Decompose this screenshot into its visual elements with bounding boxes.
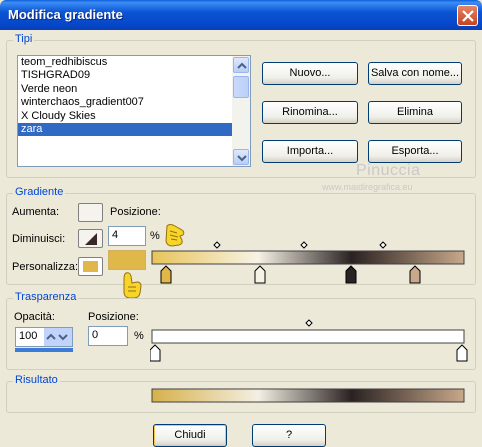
hand-pointer-icon-2 [123, 272, 142, 299]
gradient-editor-bar[interactable] [150, 238, 468, 286]
gradient-list[interactable]: teom_redhibiscus TISHGRAD09 Verde neon wint… [17, 55, 251, 167]
color-stop-marker[interactable] [160, 265, 172, 284]
risultato-legend: Risultato [13, 374, 60, 386]
list-item[interactable]: TISHGRAD09 [18, 69, 232, 82]
tipi-legend: Tipi [13, 33, 35, 45]
scroll-up-button[interactable] [233, 57, 249, 73]
gradiente-legend: Gradiente [13, 186, 66, 198]
transparency-strip [151, 329, 465, 344]
window-title: Modifica gradiente [8, 7, 123, 22]
personalizza-label: Personalizza: [12, 261, 79, 273]
list-item[interactable]: zara [18, 122, 232, 137]
title-bar: Modifica gradiente [0, 0, 482, 30]
opacita-slider[interactable] [15, 348, 73, 352]
color-stop-marker[interactable] [254, 265, 266, 284]
nuovo-button[interactable]: Nuovo... [262, 62, 358, 85]
spinner-icon [46, 333, 68, 341]
rinomina-button[interactable]: Rinomina... [262, 101, 358, 124]
list-item[interactable]: X Cloudy Skies [18, 110, 232, 123]
chevron-down-icon [237, 155, 247, 162]
trasparenza-posizione-label: Posizione: [88, 311, 139, 323]
opacita-label: Opacità: [14, 311, 55, 323]
list-item[interactable]: winterchaos_gradient007 [18, 96, 232, 109]
triangle-icon [85, 233, 97, 245]
aumenta-button[interactable] [78, 203, 103, 222]
scroll-down-button[interactable] [233, 149, 249, 165]
trasparenza-percent: % [134, 330, 144, 342]
salva-con-nome-button[interactable]: Salva con nome... [368, 62, 462, 85]
diminuisci-button[interactable] [78, 229, 103, 248]
gradient-editor-window: Modifica gradiente Tipi teom_redhibiscus… [0, 0, 482, 447]
opacity-stop-marker[interactable] [456, 344, 468, 362]
color-stop-marker[interactable] [409, 265, 421, 284]
watermark-name: Pinuccia [356, 162, 421, 179]
result-preview [151, 388, 465, 403]
opacita-spinner[interactable] [44, 328, 72, 346]
esporta-button[interactable]: Esporta... [368, 140, 462, 163]
posizione-label: Posizione: [110, 206, 161, 218]
opacita-input[interactable]: 100 [15, 327, 73, 347]
midpoint-marker[interactable] [213, 241, 221, 249]
watermark-url: www.maidiregrafica.eu [322, 182, 413, 192]
transparency-editor-bar[interactable] [150, 315, 468, 363]
scroll-thumb[interactable] [233, 76, 249, 98]
opacity-stop-marker[interactable] [150, 344, 161, 362]
list-scrollbar[interactable] [232, 56, 250, 166]
list-item[interactable]: teom_redhibiscus [18, 56, 232, 69]
gradient-strip [151, 250, 465, 265]
close-icon [462, 10, 474, 22]
aumenta-label: Aumenta: [12, 206, 60, 218]
current-color-swatch[interactable] [108, 250, 146, 270]
current-color-swatch-small [83, 261, 98, 272]
posizione-gradiente-input[interactable]: 4 [108, 226, 146, 246]
list-item[interactable]: Verde neon [18, 83, 232, 96]
chevron-up-icon [237, 62, 247, 69]
gradient-list-items: teom_redhibiscus TISHGRAD09 Verde neon wint… [18, 56, 232, 166]
close-button[interactable] [457, 5, 478, 26]
result-strip [151, 388, 465, 403]
elimina-button[interactable]: Elimina [368, 101, 462, 124]
trasparenza-posizione-input[interactable]: 0 [88, 326, 128, 346]
opacita-value: 100 [19, 330, 38, 342]
trasparenza-legend: Trasparenza [13, 291, 79, 303]
midpoint-marker[interactable] [305, 319, 313, 327]
diminuisci-label: Diminuisci: [12, 233, 66, 245]
personalizza-button[interactable] [78, 257, 103, 276]
midpoint-marker[interactable] [379, 241, 387, 249]
midpoint-marker[interactable] [300, 241, 308, 249]
importa-button[interactable]: Importa... [262, 140, 358, 163]
color-stop-marker[interactable] [345, 265, 357, 284]
